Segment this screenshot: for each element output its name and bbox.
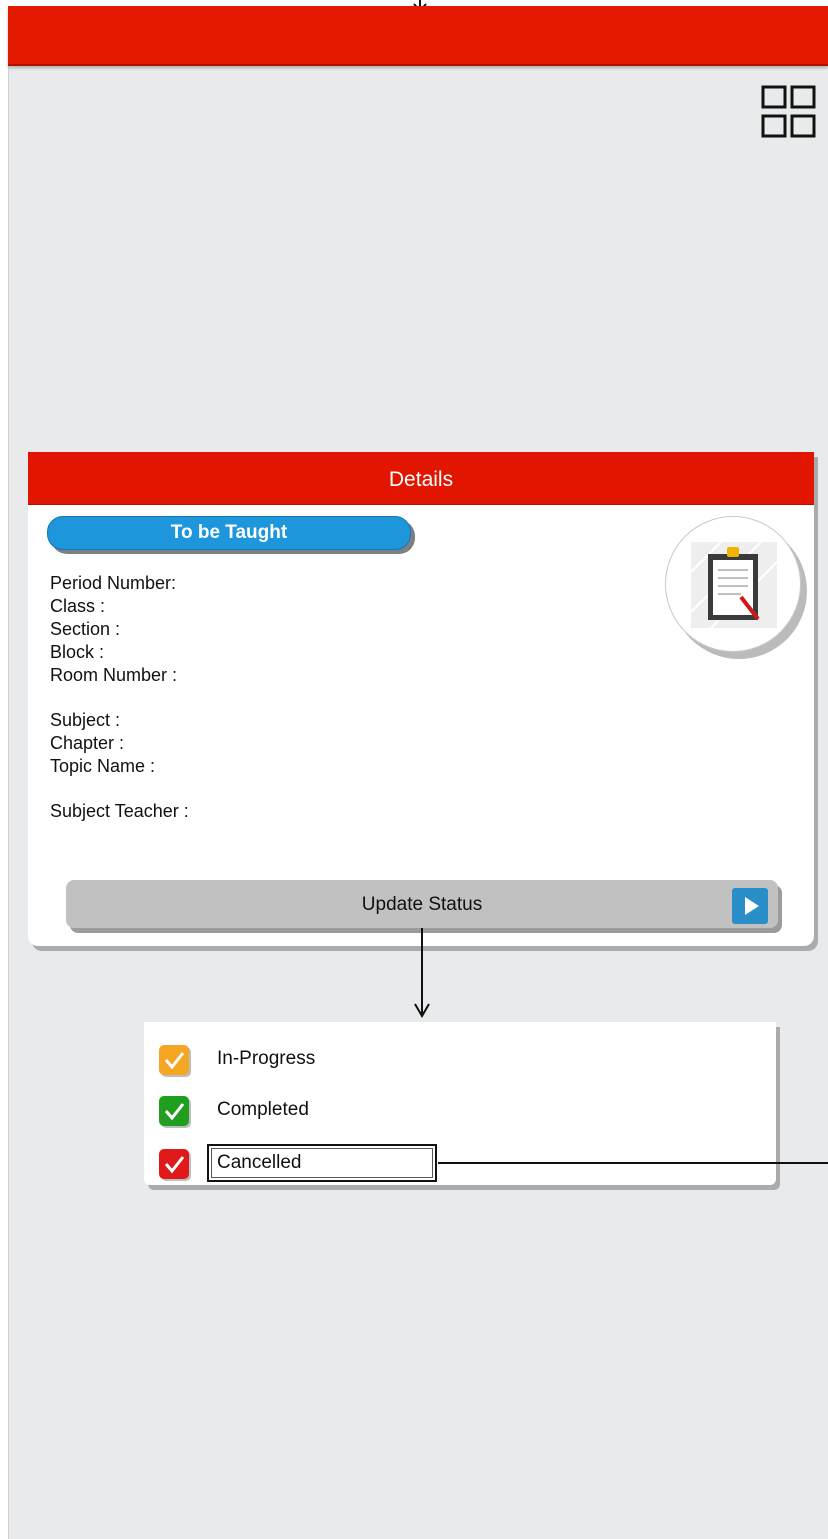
play-icon[interactable]: [732, 888, 768, 924]
flow-connector-cancelled: [438, 1162, 828, 1164]
field-period-number: Period Number:: [50, 573, 177, 593]
update-status-button[interactable]: Update Status: [66, 880, 778, 928]
field-room-number: Room Number :: [50, 665, 178, 685]
status-label-cancelled: Cancelled: [217, 1152, 302, 1173]
status-pill: To be Taught: [47, 516, 411, 550]
status-options-panel: In-Progress Completed Cancelled: [144, 1022, 776, 1185]
details-fields: Period Number: Class : Section : Block :…: [50, 572, 189, 823]
completed-checkbox[interactable]: [159, 1096, 189, 1126]
field-subject: Subject :: [50, 710, 121, 730]
field-subject-teacher: Subject Teacher :: [50, 801, 189, 821]
field-class: Class :: [50, 596, 106, 616]
check-icon: [164, 1052, 185, 1070]
check-icon: [164, 1103, 185, 1121]
update-status-label: Update Status: [361, 894, 483, 915]
clipboard-icon: [691, 542, 777, 628]
app-header: [8, 6, 828, 66]
details-card: Details To be Taught Period Number: Clas…: [28, 452, 814, 946]
check-icon: [164, 1156, 185, 1174]
field-block: Block :: [50, 642, 105, 662]
avatar: [665, 516, 801, 652]
details-title: Details: [28, 452, 814, 505]
status-label-in-progress: In-Progress: [217, 1048, 316, 1069]
flow-arrow-to-status: [414, 928, 430, 1018]
grid-view-icon[interactable]: [760, 84, 818, 142]
cancelled-checkbox[interactable]: [159, 1149, 189, 1179]
status-option-cancelled[interactable]: Cancelled: [159, 1144, 759, 1183]
field-topic-name: Topic Name :: [50, 756, 156, 776]
status-option-completed[interactable]: Completed: [159, 1096, 759, 1130]
status-option-in-progress[interactable]: In-Progress: [159, 1045, 759, 1079]
field-chapter: Chapter :: [50, 733, 125, 753]
status-label-completed: Completed: [217, 1099, 309, 1120]
in-progress-checkbox[interactable]: [159, 1045, 189, 1075]
field-section: Section :: [50, 619, 121, 639]
